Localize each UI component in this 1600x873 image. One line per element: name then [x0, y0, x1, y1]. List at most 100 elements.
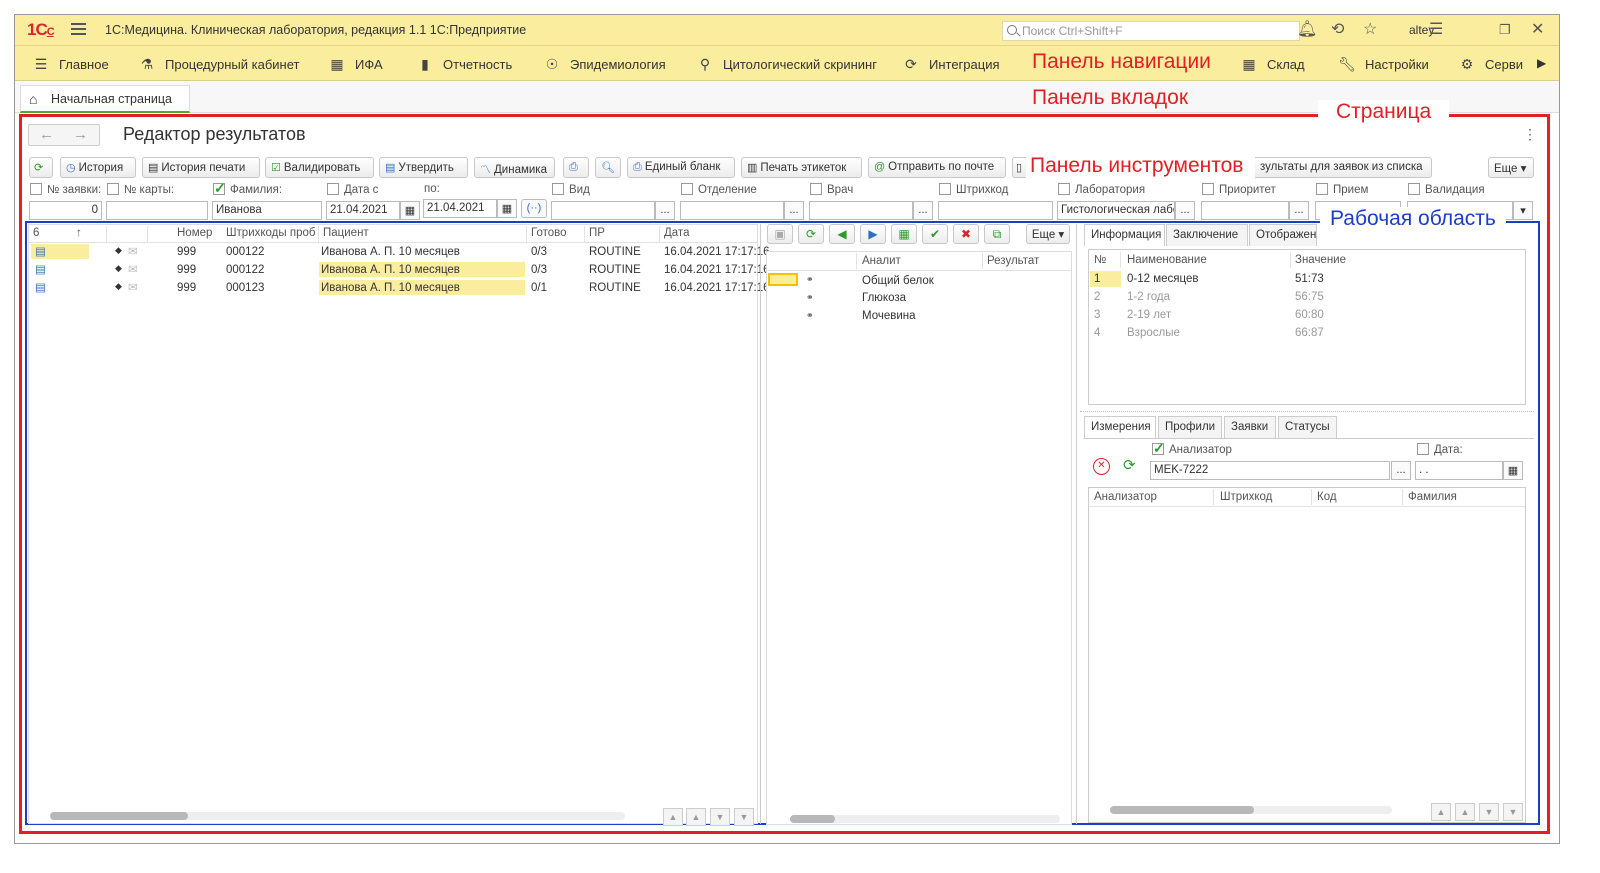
selected-cell[interactable] — [768, 273, 798, 286]
col-pr[interactable]: ПР — [589, 227, 605, 239]
scroll-bottom-icon[interactable]: ▼ — [734, 808, 754, 826]
history-button[interactable]: ◷ История — [60, 157, 136, 178]
table-row[interactable]: 999 — [177, 246, 196, 258]
measure-scroll-up-icon[interactable]: ▲ — [1455, 803, 1475, 821]
tab-conclusion[interactable]: Заключение — [1166, 224, 1248, 246]
date-from-field[interactable]: 21.04.2021 — [326, 201, 400, 220]
analyzer-select-button[interactable]: ... — [1391, 461, 1411, 480]
save-button[interactable]: ▣ — [767, 224, 793, 244]
department-field[interactable] — [680, 201, 784, 220]
filter-reception-label[interactable]: Прием — [1316, 183, 1368, 196]
forward-arrow-icon[interactable]: → — [73, 126, 88, 143]
date-period-button[interactable]: (··) — [521, 199, 547, 218]
clear-filter-icon[interactable]: ✕ — [1093, 458, 1110, 475]
date-from-calendar-icon[interactable]: ▦ — [400, 201, 420, 220]
nav-item-cytology[interactable]: ⚲ Цитологический скрининг — [695, 56, 877, 73]
filter-card-no-checkbox[interactable] — [107, 183, 119, 195]
send-mail-button[interactable]: @ Отправить по почте — [868, 157, 1006, 178]
table-row[interactable]: Взрослые — [1127, 327, 1180, 339]
col-ready[interactable]: Готово — [531, 227, 567, 239]
list-item[interactable]: Общий белок — [862, 275, 934, 287]
doctor-field[interactable] — [809, 201, 913, 220]
measure-scroll-down-icon[interactable]: ▼ — [1479, 803, 1499, 821]
col-barcodes[interactable]: Штрихкоды проб — [226, 227, 316, 239]
card-no-field[interactable] — [106, 201, 208, 220]
laboratory-select-button[interactable]: ... — [1175, 201, 1195, 220]
orders-hscrollbar[interactable] — [50, 812, 625, 820]
filter-barcode-label[interactable]: Штрихкод — [939, 183, 1008, 196]
filter-kind-label[interactable]: Вид — [552, 183, 590, 196]
col-analyzer[interactable]: Анализатор — [1094, 491, 1157, 503]
doctor-select-button[interactable]: ... — [913, 201, 933, 220]
table-row[interactable]: 999 — [177, 282, 196, 294]
nav-item-service[interactable]: ⚙ Серви — [1457, 56, 1531, 73]
validation-dropdown-icon[interactable]: ▾ — [1513, 201, 1533, 220]
measure-refresh-icon[interactable]: ⟳ — [1123, 456, 1136, 474]
kebab-menu-icon[interactable]: ⋮ — [1523, 126, 1537, 143]
validate-button[interactable]: ☑ Валидировать — [265, 157, 374, 178]
history-icon[interactable]: ⟲ — [1331, 22, 1344, 38]
table-row[interactable]: 999 — [177, 264, 196, 276]
table-row[interactable]: 2-19 лет — [1127, 309, 1171, 321]
filter-barcode-checkbox[interactable] — [939, 183, 951, 195]
nav-item-reports[interactable]: ▮ Отчетность — [415, 56, 512, 73]
filter-laboratory-checkbox[interactable] — [1058, 183, 1070, 195]
search-input[interactable]: Поиск Ctrl+Shift+F — [1002, 21, 1300, 41]
reject-button[interactable]: ✖ — [953, 224, 979, 244]
approve-button[interactable]: ▤ Утвердить — [379, 157, 468, 178]
filter-department-label[interactable]: Отделение — [681, 183, 757, 196]
table-row[interactable]: 1-2 года — [1127, 291, 1170, 303]
col-date[interactable]: Дата — [664, 227, 689, 239]
filter-surname-label[interactable]: Фамилия: — [213, 180, 282, 197]
filter-priority-checkbox[interactable] — [1202, 183, 1214, 195]
col-analyte[interactable]: Аналит — [862, 255, 901, 267]
measurements-hscrollbar[interactable] — [1110, 806, 1392, 814]
date-to-field[interactable]: 21.04.2021 — [423, 199, 497, 218]
measure-date-calendar-icon[interactable]: ▦ — [1503, 461, 1523, 480]
tab-display[interactable]: Отображение — [1249, 224, 1317, 246]
back-arrow-icon[interactable]: ← — [39, 126, 54, 143]
date-to-calendar-icon[interactable]: ▦ — [497, 199, 517, 218]
print-labels-button[interactable]: ▥ Печать этикеток — [741, 157, 862, 178]
table-row[interactable]: 0-12 месяцев — [1127, 273, 1198, 285]
table-button[interactable]: ▦ — [891, 224, 917, 244]
analytes-hscrollbar[interactable] — [790, 815, 1060, 823]
measure-scroll-bottom-icon[interactable]: ▼ — [1503, 803, 1523, 821]
date-label[interactable]: Дата: — [1417, 443, 1463, 456]
nav-item-warehouse[interactable]: ▦ Склад — [1239, 56, 1304, 73]
tab-statuses[interactable]: Статусы — [1278, 416, 1337, 438]
filter-date-from-label[interactable]: Дата с — [327, 183, 378, 196]
col-surname[interactable]: Фамилия — [1408, 491, 1457, 503]
filter-kind-checkbox[interactable] — [552, 183, 564, 195]
nav-item-ifa[interactable]: ▦ ИФА — [327, 56, 382, 73]
list-item[interactable]: Глюкоза — [862, 292, 906, 304]
nav-item-settings[interactable]: 🔧︎ Настройки — [1337, 56, 1429, 73]
analytes-grid[interactable] — [766, 251, 1072, 825]
main-menu-icon[interactable] — [71, 23, 86, 35]
priority-select-button[interactable]: ... — [1289, 201, 1309, 220]
analyte-more-button[interactable]: Еще ▾ — [1026, 224, 1070, 244]
accept-button[interactable]: ✔ — [922, 224, 948, 244]
filter-order-no-label[interactable]: № заявки: — [30, 183, 101, 196]
preview-button[interactable]: 🔍︎ — [595, 157, 621, 178]
nav-item-procedure[interactable]: ⚗ Процедурный кабинет — [137, 56, 300, 73]
analyzer-field[interactable]: MEK-7222 — [1150, 461, 1390, 480]
scroll-down-icon[interactable]: ▼ — [710, 808, 730, 826]
nav-item-epidemiology[interactable]: ☉ Эпидемиология — [542, 56, 666, 73]
filter-validation-checkbox[interactable] — [1408, 183, 1420, 195]
col-number[interactable]: Номер — [177, 227, 212, 239]
tab-home[interactable]: ⌂ Начальная страница — [20, 85, 190, 113]
orders-grid[interactable] — [28, 224, 758, 824]
sort-arrow-icon[interactable]: ↑ — [76, 227, 82, 239]
laboratory-field[interactable]: Гистологическая лабо — [1057, 201, 1175, 220]
col-result[interactable]: Результат — [987, 255, 1039, 267]
col-barcode[interactable]: Штрихкод — [1220, 491, 1272, 503]
kind-select-button[interactable]: ... — [655, 201, 675, 220]
analyte-refresh-button[interactable]: ⟳ — [798, 224, 824, 244]
tab-measurements[interactable]: Измерения — [1084, 416, 1156, 438]
star-icon[interactable]: ☆ — [1363, 22, 1377, 38]
prev-button[interactable]: ◀ — [829, 224, 855, 244]
scroll-up-icon[interactable]: ▲ — [686, 808, 706, 826]
surname-field[interactable]: Иванова — [212, 201, 322, 220]
measure-scroll-top-icon[interactable]: ▲ — [1431, 803, 1451, 821]
